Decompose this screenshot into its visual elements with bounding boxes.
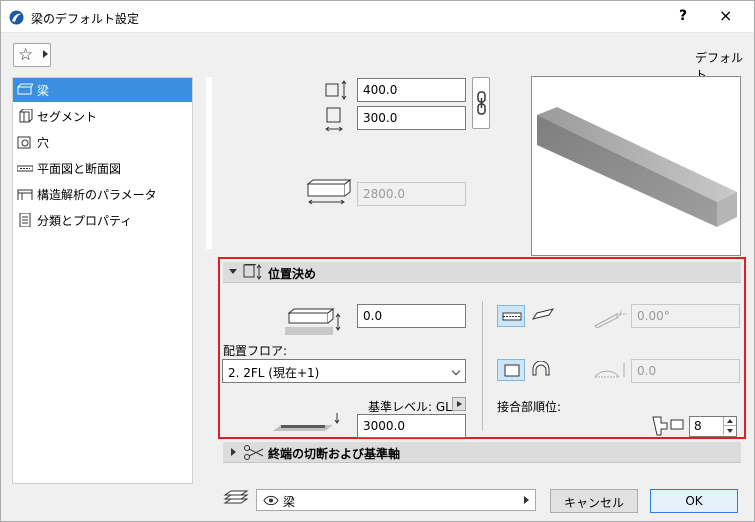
sidebar-item-label: 分類とプロパティ: [37, 214, 133, 228]
home-floor-value: 2. 2FL (現在+1): [228, 366, 320, 380]
dialog-window: 梁のデフォルト設定 ? × ☆ デフォルト 梁 セグメント 穴 平面図と断面図 …: [0, 0, 755, 522]
beam-height-icon: [325, 80, 347, 100]
priority-label: 接合部順位:: [497, 400, 562, 414]
settings-sidebar: 梁 セグメント 穴 平面図と断面図 構造解析のパラメータ 分類とプロパティ: [12, 77, 193, 484]
chevron-up-icon: [727, 419, 733, 423]
scissors-icon: [244, 445, 264, 460]
eye-icon: [263, 495, 279, 506]
chevron-down-icon: [451, 366, 461, 376]
help-button[interactable]: ?: [679, 8, 687, 24]
sidebar-item-label: 穴: [37, 136, 50, 150]
curved-profile-icon[interactable]: [531, 361, 551, 377]
sidebar-item-structural-params[interactable]: 構造解析のパラメータ: [13, 182, 192, 206]
beam-length-icon: [306, 178, 352, 205]
favorites-button[interactable]: ☆: [13, 43, 51, 67]
sidebar-item-label: 梁: [37, 84, 50, 98]
sidebar-item-floorplan-section[interactable]: 平面図と断面図: [13, 156, 192, 180]
beam-3d-preview: [531, 76, 741, 256]
close-button[interactable]: ×: [719, 6, 732, 25]
beam-offset-icon: [285, 307, 341, 335]
slanted-beam-icon[interactable]: [531, 307, 555, 323]
star-icon: ☆: [18, 45, 34, 65]
sidebar-item-segment[interactable]: セグメント: [13, 104, 192, 128]
layer-select[interactable]: 梁: [256, 489, 536, 511]
beam-offset-input[interactable]: 0.0: [357, 304, 466, 328]
sidebar-item-beam[interactable]: 梁: [13, 78, 192, 102]
layer-name: 梁: [283, 495, 296, 509]
beam-preview-render: [537, 107, 737, 227]
priority-stepper[interactable]: 8: [689, 416, 737, 437]
home-floor-select[interactable]: 2. 2FL (現在+1): [222, 359, 466, 383]
beam-width-icon: [325, 107, 343, 132]
reference-offset-input[interactable]: 3000.0: [357, 414, 466, 438]
straight-beam-toggle[interactable]: [497, 305, 525, 327]
section-title: 終端の切断および基準軸: [268, 447, 401, 461]
reference-level-label: 基準レベル: GL: [368, 400, 452, 414]
document-icon: [19, 213, 31, 227]
stepper-down-button[interactable]: [723, 426, 736, 435]
beam-icon: [17, 83, 33, 95]
arch-height-input: 0.0: [631, 359, 740, 383]
layer-stack-icon: [223, 490, 249, 504]
section-divider: [482, 301, 483, 431]
sidebar-item-hole[interactable]: 穴: [13, 130, 192, 154]
rectangular-profile-toggle[interactable]: [497, 359, 525, 381]
floorplan-section-icon: [17, 165, 33, 172]
chevron-right-icon: [231, 448, 236, 456]
rectangle-profile-icon: [504, 364, 520, 377]
end-cut-section-header[interactable]: 終端の切断および基準軸: [223, 442, 741, 463]
title-bar: 梁のデフォルト設定 ? ×: [1, 1, 754, 33]
window-title: 梁のデフォルト設定: [31, 12, 140, 26]
chevron-right-icon: [457, 401, 462, 407]
link-dimensions-button[interactable]: [472, 77, 490, 129]
reference-offset-icon: [273, 413, 340, 431]
sidebar-item-label: 平面図と断面図: [37, 162, 122, 176]
sidebar-item-classification[interactable]: 分類とプロパティ: [13, 208, 192, 232]
segment-icon: [19, 109, 33, 123]
chain-link-icon: [477, 91, 486, 115]
chevron-right-icon: [43, 50, 48, 58]
home-floor-label: 配置フロア:: [223, 344, 288, 358]
straight-beam-icon: [502, 312, 522, 321]
reference-level-button[interactable]: [452, 397, 466, 411]
cancel-button[interactable]: キャンセル: [550, 489, 638, 513]
archicad-app-icon: [9, 10, 24, 25]
chevron-right-icon: [524, 496, 529, 504]
sidebar-item-label: セグメント: [37, 110, 98, 124]
beam-height-input[interactable]: 400.0: [357, 78, 466, 102]
beam-width-input[interactable]: 300.0: [357, 106, 466, 130]
ok-button[interactable]: OK: [650, 489, 738, 513]
hole-icon: [17, 136, 31, 149]
slant-angle-input: 0.00°: [631, 304, 740, 328]
sidebar-item-label: 構造解析のパラメータ: [37, 188, 157, 202]
stepper-up-button[interactable]: [723, 417, 736, 426]
slant-angle-icon: [594, 309, 627, 328]
structural-analysis-icon: [17, 189, 33, 200]
pane-scrollbar[interactable]: [206, 77, 212, 249]
chevron-down-icon: [727, 429, 733, 433]
priority-value: 8: [694, 419, 702, 433]
junction-priority-icon: [652, 416, 684, 436]
beam-length-input: 2800.0: [357, 182, 466, 206]
arch-height-icon: [594, 363, 625, 378]
